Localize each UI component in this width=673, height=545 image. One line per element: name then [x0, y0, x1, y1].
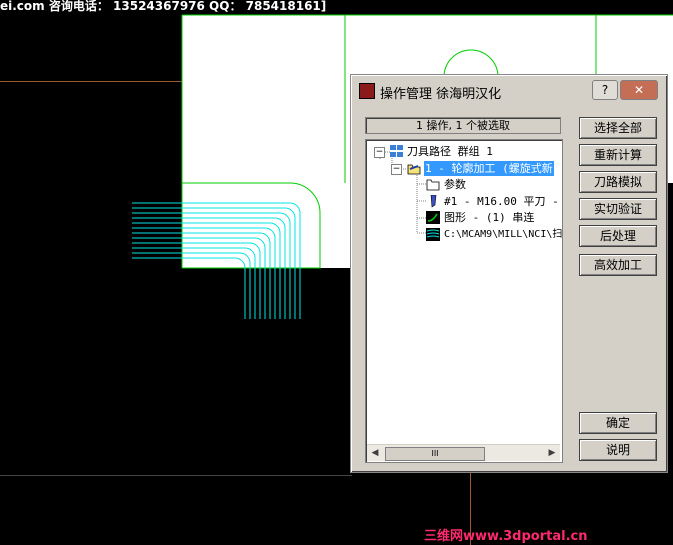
- scroll-thumb[interactable]: III: [385, 447, 485, 461]
- toolpath-pass: [132, 222, 281, 319]
- open-folder-icon: [407, 164, 421, 175]
- nci-file-icon: [426, 228, 440, 241]
- tree-horizontal-scrollbar[interactable]: ◀ III ▶: [367, 444, 560, 461]
- app-icon: [359, 83, 375, 99]
- regenerate-button[interactable]: 重新计算: [579, 144, 657, 166]
- select-all-button[interactable]: 选择全部: [579, 117, 657, 139]
- operations-manager-dialog: 操作管理 徐海明汉化 ? ✕ 1 操作, 1 个被选取 − 刀具路径 群组 1: [350, 74, 668, 473]
- header-banner-text: ei.com 咨询电话： 13524367976 QQ： 785418161]: [0, 0, 327, 13]
- operation-label[interactable]: 1 - 轮廓加工 (螺旋式新: [424, 161, 554, 176]
- operation-collapse-toggle[interactable]: −: [391, 164, 402, 175]
- dialog-title: 操作管理 徐海明汉化: [380, 87, 502, 102]
- parameters-folder-icon: [426, 179, 440, 191]
- toolpath-pass: [132, 212, 291, 319]
- geometry-node[interactable]: 图形 - (1) 串连: [444, 210, 534, 225]
- nci-path-node[interactable]: C:\MCAM9\MILL\NCI\扫: [444, 227, 562, 242]
- selection-status: 1 操作, 1 个被选取: [365, 117, 561, 134]
- toolpath-pass: [132, 232, 271, 319]
- toolpath-pass: [132, 207, 296, 319]
- backplot-button[interactable]: 刀路模拟: [579, 171, 657, 193]
- post-button[interactable]: 后处理: [579, 225, 657, 247]
- verify-button[interactable]: 实切验证: [579, 198, 657, 220]
- toolpath-pass: [132, 227, 276, 319]
- scroll-left-arrow[interactable]: ◀: [367, 445, 383, 461]
- dialog-titlebar[interactable]: 操作管理 徐海明汉化 ? ✕: [354, 78, 664, 104]
- toolpath-pass: [132, 252, 251, 319]
- watermark: 三维网www.3dportal.cn: [424, 529, 588, 544]
- tool-icon: [430, 195, 437, 208]
- root-collapse-toggle[interactable]: −: [374, 147, 385, 158]
- parameters-node[interactable]: 参数: [444, 177, 466, 192]
- toolpath-pass: [132, 242, 261, 319]
- operations-tree[interactable]: − 刀具路径 群组 1 − 1 - 轮廓加工 (螺旋式新 参数 #1 - M16…: [365, 139, 563, 463]
- tool-node[interactable]: #1 - M16.00 平刀 -: [444, 194, 559, 209]
- close-button[interactable]: ✕: [620, 80, 658, 100]
- high-speed-button[interactable]: 高效加工: [579, 254, 657, 276]
- toolpath-pass: [132, 257, 246, 319]
- help-button[interactable]: 说明: [579, 439, 657, 461]
- operation-label-text: 1 - 轮廓加工 (螺旋式新: [425, 162, 553, 175]
- geometry-icon: [426, 211, 440, 224]
- tree-root-label[interactable]: 刀具路径 群组 1: [407, 144, 493, 159]
- toolpath-group-icon: [390, 145, 403, 157]
- ok-button[interactable]: 确定: [579, 412, 657, 434]
- scroll-right-arrow[interactable]: ▶: [544, 445, 560, 461]
- header-banner: ei.com 咨询电话： 13524367976 QQ： 785418161]: [0, 0, 673, 13]
- titlebar-help-button[interactable]: ?: [592, 80, 618, 100]
- toolpath-pass: [132, 247, 256, 319]
